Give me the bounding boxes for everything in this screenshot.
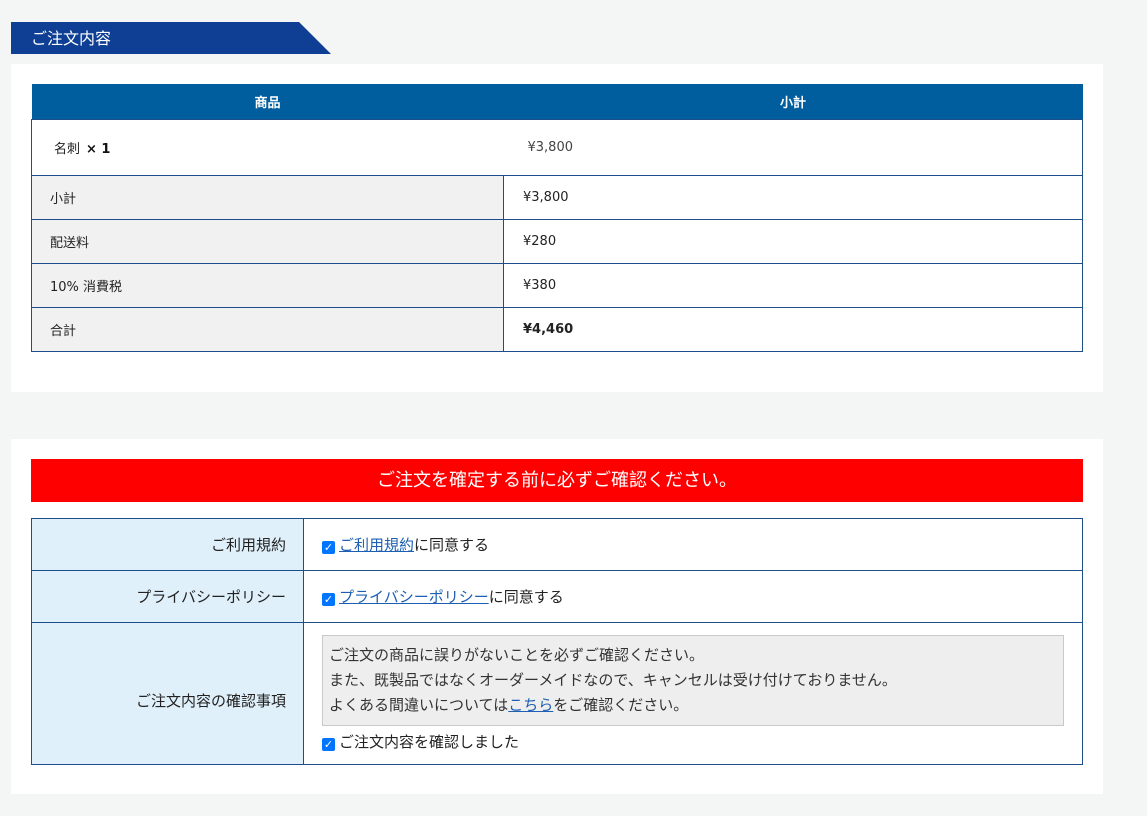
order-table: 商品 小計 名刺 × 1 ¥3,800 小計 ¥3,800 配送料 ¥280 10… <box>31 84 1083 352</box>
product-quantity: × 1 <box>86 142 111 157</box>
line-item-row: 名刺 × 1 ¥3,800 <box>31 119 1083 176</box>
terms-link[interactable]: ご利用規約 <box>339 536 414 554</box>
line-item-price: ¥3,800 <box>503 119 1083 176</box>
summary-label: 合計 <box>31 307 504 352</box>
column-header-subtotal: 小計 <box>503 84 1083 120</box>
privacy-agree-text: に同意する <box>488 588 564 606</box>
order-total-value: ¥4,460 <box>503 307 1083 352</box>
summary-value: ¥3,800 <box>503 175 1083 220</box>
privacy-checkbox[interactable]: ✓ <box>322 593 335 606</box>
order-confirm-check-row: ✓ ご注文内容を確認しました <box>322 731 1064 752</box>
notes-line-3: よくある間違いについてはこちらをご確認ください。 <box>329 693 1057 718</box>
privacy-value: ✓ プライバシーポリシーに同意する <box>303 570 1083 623</box>
summary-label: 小計 <box>31 175 504 220</box>
column-header-product: 商品 <box>31 84 504 120</box>
terms-checkbox[interactable]: ✓ <box>322 541 335 554</box>
terms-label: ご利用規約 <box>31 518 304 571</box>
notes-line-3-suffix: をご確認ください。 <box>553 696 689 714</box>
order-table-header: 商品 小計 <box>31 84 1083 120</box>
summary-row-subtotal: 小計 ¥3,800 <box>31 175 1083 220</box>
privacy-label: プライバシーポリシー <box>31 570 304 623</box>
terms-agree-text: に同意する <box>414 536 490 554</box>
order-notes-row: ご注文内容の確認事項 ご注文の商品に誤りがないことを必ずご確認ください。 また、… <box>31 622 1083 765</box>
order-summary-panel: 商品 小計 名刺 × 1 ¥3,800 小計 ¥3,800 配送料 ¥280 10… <box>11 64 1103 392</box>
line-item-product: 名刺 × 1 <box>31 119 504 176</box>
terms-row: ご利用規約 ✓ ご利用規約に同意する <box>31 518 1083 571</box>
notes-line-1: ご注文の商品に誤りがないことを必ずご確認ください。 <box>329 646 705 664</box>
terms-value: ✓ ご利用規約に同意する <box>303 518 1083 571</box>
order-confirm-checkbox[interactable]: ✓ <box>322 738 335 751</box>
summary-value: ¥380 <box>503 263 1083 308</box>
confirmation-table: ご利用規約 ✓ ご利用規約に同意する プライバシーポリシー ✓ プライバシーポリシー… <box>31 518 1083 765</box>
order-confirm-label[interactable]: ご注文内容を確認しました <box>339 733 519 751</box>
product-name: 名刺 <box>54 142 81 157</box>
order-notes-box: ご注文の商品に誤りがないことを必ずご確認ください。 また、既製品ではなくオーダー… <box>322 635 1064 726</box>
order-section-heading: ご注文内容 <box>11 22 331 54</box>
privacy-row: プライバシーポリシー ✓ プライバシーポリシーに同意する <box>31 570 1083 623</box>
summary-label: 10% 消費税 <box>31 263 504 308</box>
privacy-link[interactable]: プライバシーポリシー <box>339 588 489 606</box>
notes-line-3-prefix: よくある間違いについては <box>329 696 509 714</box>
summary-row-tax: 10% 消費税 ¥380 <box>31 263 1083 308</box>
confirmation-warning-banner: ご注文を確定する前に必ずご確認ください。 <box>31 459 1083 502</box>
confirmation-panel: ご注文を確定する前に必ずご確認ください。 ご利用規約 ✓ ご利用規約に同意する プ… <box>11 439 1103 794</box>
summary-label: 配送料 <box>31 219 504 264</box>
order-notes-value: ご注文の商品に誤りがないことを必ずご確認ください。 また、既製品ではなくオーダー… <box>303 622 1083 765</box>
order-notes-label: ご注文内容の確認事項 <box>31 622 304 765</box>
common-mistakes-link[interactable]: こちら <box>508 696 553 714</box>
notes-line-2: また、既製品ではなくオーダーメイドなので、キャンセルは受け付けておりません。 <box>329 671 897 689</box>
summary-value: ¥280 <box>503 219 1083 264</box>
summary-row-total: 合計 ¥4,460 <box>31 307 1083 352</box>
summary-row-shipping: 配送料 ¥280 <box>31 219 1083 264</box>
